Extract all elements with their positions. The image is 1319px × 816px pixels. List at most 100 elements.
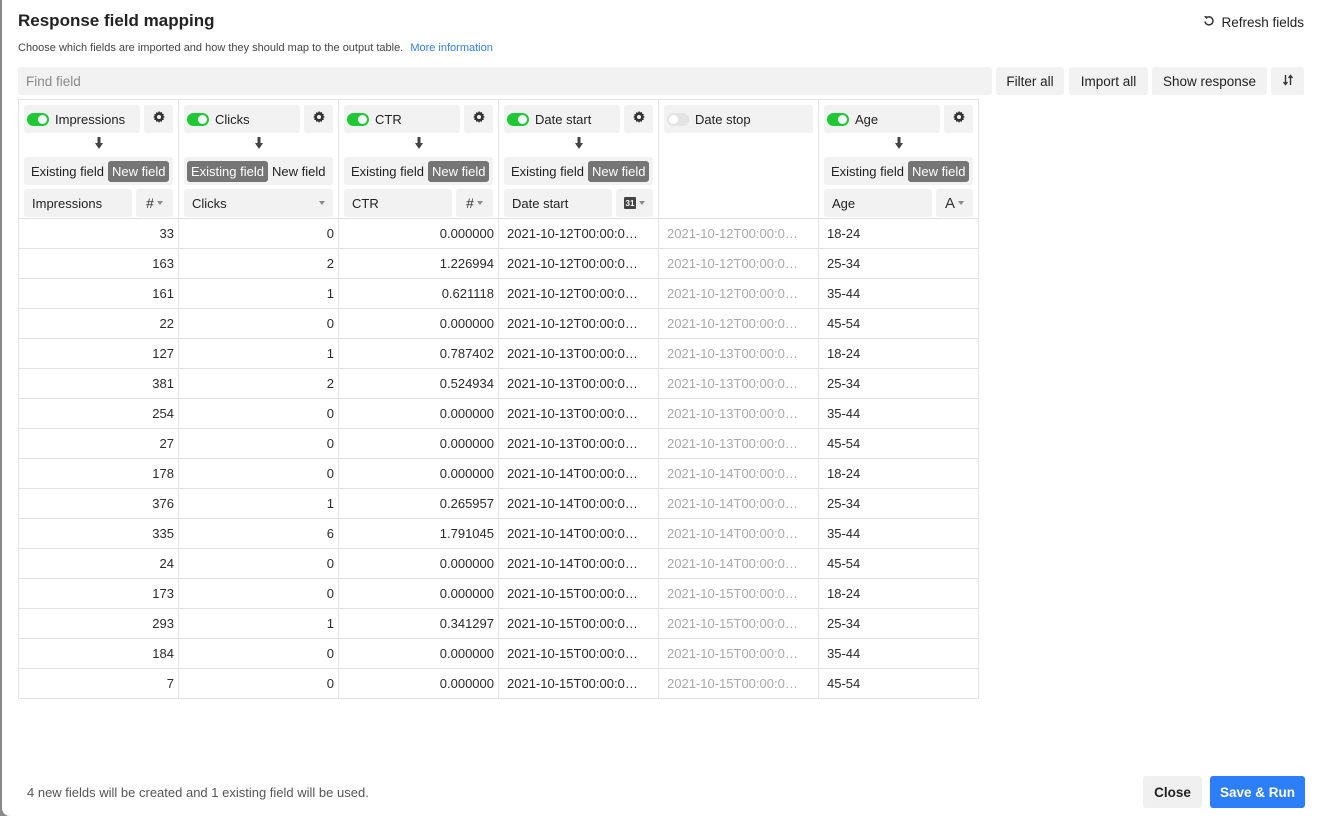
field-enabled-toggle[interactable] bbox=[187, 112, 209, 126]
existing-field-select[interactable]: Clicks bbox=[184, 189, 333, 217]
caret-down-icon bbox=[639, 201, 645, 205]
target-field-name-input[interactable]: Impressions bbox=[24, 189, 132, 217]
field-enabled-toggle[interactable] bbox=[507, 112, 529, 126]
import-all-button[interactable]: Import all bbox=[1069, 67, 1148, 95]
field-settings-button[interactable] bbox=[944, 105, 973, 133]
age-cell: 25-34 bbox=[819, 609, 979, 638]
filter-all-button[interactable]: Filter all bbox=[996, 67, 1064, 95]
age-cell: 45-54 bbox=[819, 429, 979, 458]
number-icon: # bbox=[466, 195, 474, 211]
mapping-grid: Impressions Existing field New field Imp… bbox=[18, 99, 979, 699]
caret-down-icon bbox=[319, 201, 325, 205]
existing-field-value: Clicks bbox=[192, 195, 227, 211]
arrow-down-icon bbox=[339, 137, 498, 151]
ctr-cell: 1.226994 bbox=[339, 249, 499, 278]
new-field-option[interactable]: New field bbox=[907, 160, 970, 182]
field-enabled-toggle[interactable] bbox=[347, 112, 369, 126]
gear-icon bbox=[952, 110, 966, 129]
date-stop-cell: 2021-10-15T00:00:0… bbox=[659, 669, 819, 698]
target-field-name-input[interactable]: Age bbox=[824, 189, 932, 217]
field-name-pill: Clicks bbox=[184, 105, 300, 133]
date-start-cell: 2021-10-13T00:00:0… bbox=[499, 429, 659, 458]
date-stop-cell: 2021-10-14T00:00:0… bbox=[659, 519, 819, 548]
field-settings-button[interactable] bbox=[464, 105, 493, 133]
new-field-option[interactable]: New field bbox=[427, 160, 490, 182]
existing-field-option[interactable]: Existing field bbox=[827, 161, 908, 182]
age-cell: 45-54 bbox=[819, 549, 979, 578]
table-row: 335 6 1.791045 2021-10-14T00:00:0… 2021-10-1… bbox=[19, 519, 979, 549]
source-field-name: Impressions bbox=[55, 111, 126, 127]
field-type-dropdown[interactable]: 31 bbox=[616, 189, 653, 217]
field-enabled-toggle[interactable] bbox=[27, 112, 49, 126]
impressions-cell: 293 bbox=[19, 609, 179, 638]
new-field-option[interactable]: New field bbox=[107, 160, 170, 182]
source-field-name: Date stop bbox=[695, 111, 751, 127]
find-field-input[interactable] bbox=[18, 67, 992, 95]
field-name-pill: Age bbox=[824, 105, 940, 133]
gear-icon bbox=[312, 110, 326, 129]
show-response-button[interactable]: Show response bbox=[1152, 67, 1267, 95]
table-row: 376 1 0.265957 2021-10-14T00:00:0… 2021-10-1… bbox=[19, 489, 979, 519]
source-field-name: Age bbox=[855, 111, 879, 127]
date-start-cell: 2021-10-12T00:00:0… bbox=[499, 219, 659, 248]
field-type-dropdown[interactable]: A bbox=[936, 189, 973, 217]
refresh-icon bbox=[1203, 15, 1215, 30]
field-enabled-toggle[interactable] bbox=[667, 112, 689, 126]
field-settings-button[interactable] bbox=[624, 105, 653, 133]
existing-field-option[interactable]: Existing field bbox=[507, 161, 588, 182]
column-age: Age Existing field New field Age A bbox=[819, 100, 979, 220]
impressions-cell: 376 bbox=[19, 489, 179, 518]
age-cell: 45-54 bbox=[819, 669, 979, 698]
field-type-dropdown[interactable]: # bbox=[456, 189, 493, 217]
target-field-name-input[interactable]: CTR bbox=[344, 189, 452, 217]
age-cell: 25-34 bbox=[819, 249, 979, 278]
field-settings-button[interactable] bbox=[144, 105, 173, 133]
impressions-cell: 184 bbox=[19, 639, 179, 668]
date-stop-cell: 2021-10-12T00:00:0… bbox=[659, 249, 819, 278]
column-date-stop: Date stop bbox=[659, 100, 819, 220]
age-cell: 35-44 bbox=[819, 279, 979, 308]
new-field-option[interactable]: New field bbox=[268, 161, 329, 182]
date-stop-cell: 2021-10-15T00:00:0… bbox=[659, 579, 819, 608]
table-row: 127 1 0.787402 2021-10-13T00:00:0… 2021-10-1… bbox=[19, 339, 979, 369]
gear-icon bbox=[632, 110, 646, 129]
table-row: 178 0 0.000000 2021-10-14T00:00:0… 2021-10-1… bbox=[19, 459, 979, 489]
table-row: 163 2 1.226994 2021-10-12T00:00:0… 2021-10-1… bbox=[19, 249, 979, 279]
source-field-name: CTR bbox=[375, 111, 402, 127]
age-cell: 45-54 bbox=[819, 309, 979, 338]
impressions-cell: 173 bbox=[19, 579, 179, 608]
date-start-cell: 2021-10-13T00:00:0… bbox=[499, 399, 659, 428]
clicks-cell: 1 bbox=[179, 279, 339, 308]
response-rows: 33 0 0.000000 2021-10-12T00:00:0… 2021-10-12… bbox=[19, 219, 979, 699]
table-row: 381 2 0.524934 2021-10-13T00:00:0… 2021-10-1… bbox=[19, 369, 979, 399]
refresh-fields-button[interactable]: Refresh fields bbox=[1203, 15, 1304, 30]
subtitle-text: Choose which fields are imported and how… bbox=[18, 42, 404, 54]
close-button[interactable]: Close bbox=[1143, 776, 1202, 808]
clicks-cell: 0 bbox=[179, 579, 339, 608]
clicks-cell: 0 bbox=[179, 219, 339, 248]
save-and-run-button[interactable]: Save & Run bbox=[1210, 776, 1305, 808]
ctr-cell: 1.791045 bbox=[339, 519, 499, 548]
new-field-option[interactable]: New field bbox=[587, 160, 650, 182]
ctr-cell: 0.621118 bbox=[339, 279, 499, 308]
field-type-dropdown[interactable]: # bbox=[136, 189, 173, 217]
ctr-cell: 0.000000 bbox=[339, 399, 499, 428]
field-settings-button[interactable] bbox=[304, 105, 333, 133]
existing-field-option[interactable]: Existing field bbox=[347, 161, 428, 182]
existing-field-option[interactable]: Existing field bbox=[187, 160, 268, 182]
impressions-cell: 178 bbox=[19, 459, 179, 488]
existing-field-option[interactable]: Existing field bbox=[27, 161, 108, 182]
field-name-pill: CTR bbox=[344, 105, 460, 133]
number-icon: # bbox=[146, 195, 154, 211]
field-mode-segment: Existing field New field bbox=[184, 157, 333, 185]
table-row: 184 0 0.000000 2021-10-15T00:00:0… 2021-10-1… bbox=[19, 639, 979, 669]
sort-button[interactable] bbox=[1271, 67, 1304, 95]
clicks-cell: 1 bbox=[179, 489, 339, 518]
ctr-cell: 0.000000 bbox=[339, 579, 499, 608]
impressions-cell: 7 bbox=[19, 669, 179, 698]
target-field-name-input[interactable]: Date start bbox=[504, 189, 612, 217]
field-enabled-toggle[interactable] bbox=[827, 112, 849, 126]
arrow-down-icon bbox=[19, 137, 178, 151]
more-information-link[interactable]: More information bbox=[410, 42, 493, 54]
column-ctr: CTR Existing field New field CTR # bbox=[339, 100, 499, 220]
